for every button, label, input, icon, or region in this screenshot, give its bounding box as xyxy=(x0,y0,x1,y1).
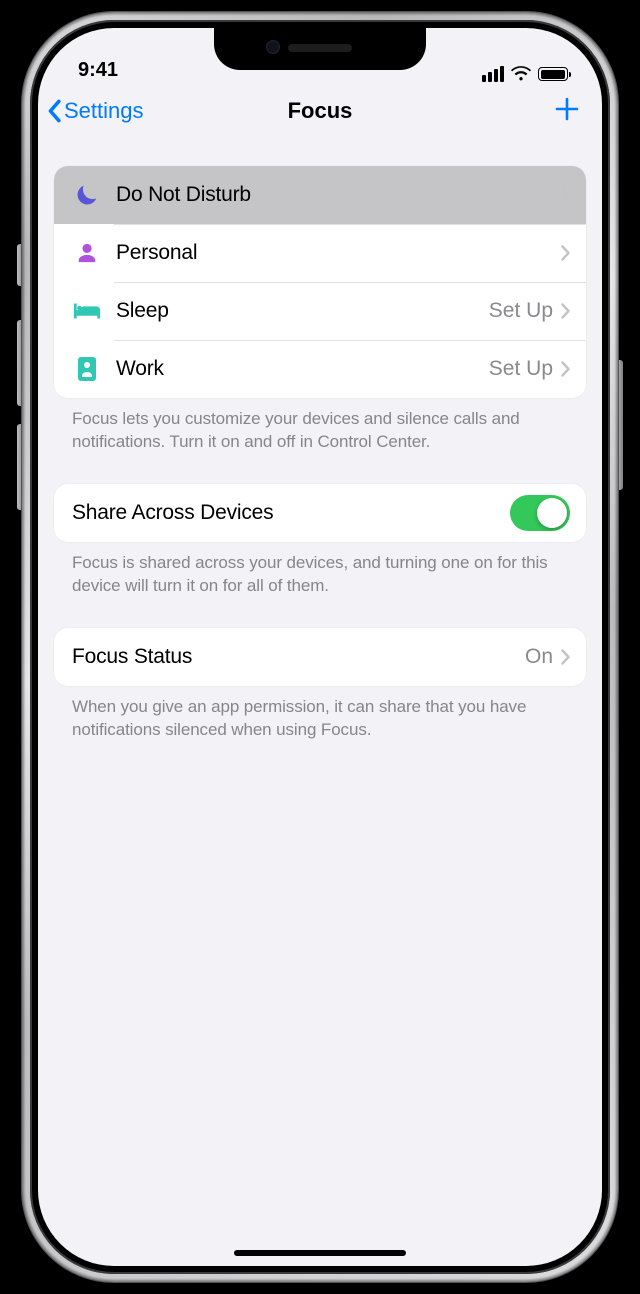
focus-status-row[interactable]: Focus Status On xyxy=(54,628,586,686)
do-not-disturb-icon xyxy=(72,180,102,210)
focus-status-group: Focus Status On xyxy=(54,628,586,686)
focus-modes-footer: Focus lets you customize your devices an… xyxy=(54,398,586,454)
status-time: 9:41 xyxy=(78,59,118,82)
home-indicator[interactable] xyxy=(234,1250,406,1256)
wifi-icon xyxy=(511,66,531,82)
chevron-right-icon xyxy=(561,649,570,665)
focus-row-label: Do Not Disturb xyxy=(116,183,561,207)
focus-status-value: On xyxy=(525,645,553,669)
focus-row-label: Work xyxy=(116,357,489,381)
work-icon xyxy=(72,354,102,384)
focus-row-personal[interactable]: Personal xyxy=(54,224,586,282)
chevron-left-icon xyxy=(46,99,62,123)
back-button[interactable]: Settings xyxy=(46,98,144,124)
battery-icon xyxy=(538,67,568,81)
share-devices-group: Share Across Devices xyxy=(54,484,586,542)
chevron-right-icon xyxy=(561,187,570,203)
share-label: Share Across Devices xyxy=(72,501,510,525)
focus-status-label: Focus Status xyxy=(72,645,525,669)
cellular-icon xyxy=(482,66,504,82)
share-toggle[interactable] xyxy=(510,495,570,531)
chevron-right-icon xyxy=(561,303,570,319)
focus-row-label: Personal xyxy=(116,241,561,265)
sleep-icon xyxy=(72,296,102,326)
chevron-right-icon xyxy=(561,245,570,261)
plus-icon xyxy=(554,96,580,122)
back-label: Settings xyxy=(64,98,144,124)
chevron-right-icon xyxy=(561,361,570,377)
focus-row-do-not-disturb[interactable]: Do Not Disturb xyxy=(54,166,586,224)
focus-row-detail: Set Up xyxy=(489,357,553,381)
focus-modes-group: Do Not DisturbPersonalSleepSet UpWorkSet… xyxy=(54,166,586,398)
focus-row-label: Sleep xyxy=(116,299,489,323)
share-across-devices-row[interactable]: Share Across Devices xyxy=(54,484,586,542)
add-focus-button[interactable] xyxy=(548,94,586,128)
share-devices-footer: Focus is shared across your devices, and… xyxy=(54,542,586,598)
focus-status-footer: When you give an app permission, it can … xyxy=(54,686,586,742)
focus-row-work[interactable]: WorkSet Up xyxy=(54,340,586,398)
personal-icon xyxy=(72,238,102,268)
screen: 9:41 Settings Focus Do Not Disturb Person… xyxy=(38,28,602,1266)
focus-row-sleep[interactable]: SleepSet Up xyxy=(54,282,586,340)
notch xyxy=(214,28,426,70)
focus-row-detail: Set Up xyxy=(489,299,553,323)
nav-bar: Settings Focus xyxy=(38,84,602,138)
